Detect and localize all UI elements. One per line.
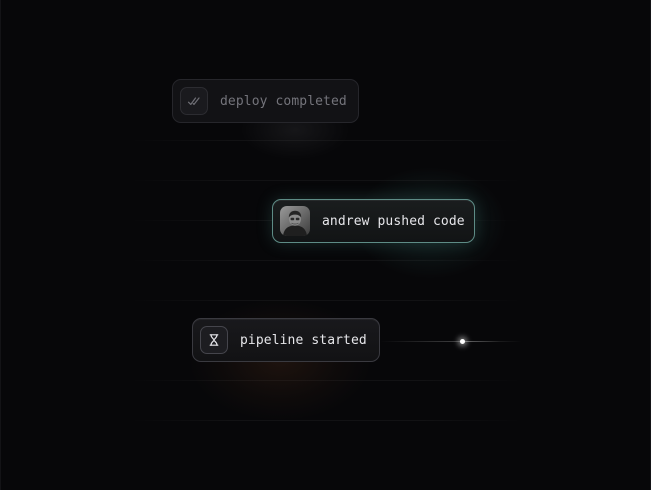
guide-line <box>130 140 522 141</box>
guide-line <box>130 260 522 261</box>
double-check-icon <box>180 87 208 115</box>
frame-border-left <box>0 0 1 490</box>
event-pill-deploy-completed: deploy completed <box>172 79 359 123</box>
event-pill-pipeline-started: pipeline started <box>192 318 380 362</box>
event-label: andrew pushed code <box>322 213 465 229</box>
event-label: deploy completed <box>220 93 347 109</box>
event-feed-canvas: deploy completed andrew pushed code pipe… <box>0 0 651 490</box>
guide-line <box>130 420 522 421</box>
progress-trail <box>380 341 522 342</box>
event-pill-andrew-pushed-code: andrew pushed code <box>272 199 475 243</box>
guide-line <box>130 380 522 381</box>
guide-line <box>130 180 522 181</box>
avatar <box>280 206 310 236</box>
event-label: pipeline started <box>240 332 367 348</box>
progress-dot <box>460 339 465 344</box>
guide-line <box>130 300 522 301</box>
hourglass-icon <box>200 326 228 354</box>
